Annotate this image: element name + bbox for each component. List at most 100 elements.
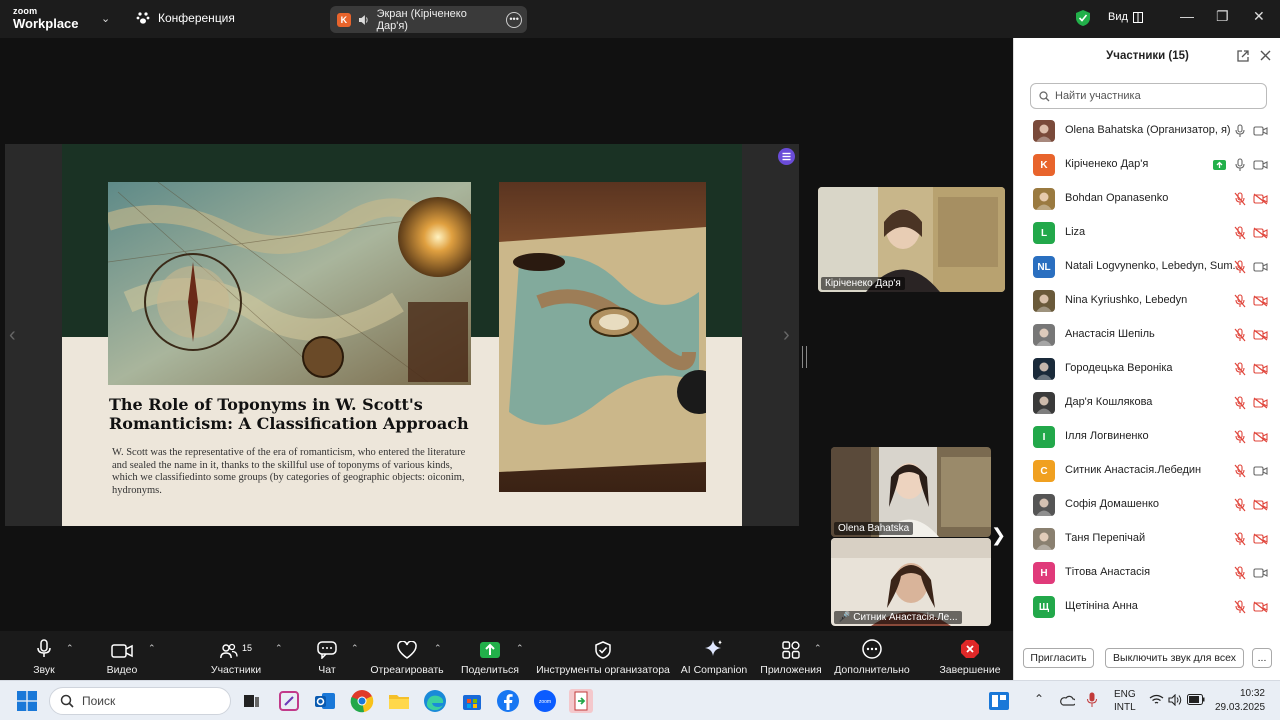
camera-off-icon[interactable] <box>1253 431 1268 443</box>
facebook-icon[interactable] <box>496 689 520 713</box>
meeting-info[interactable]: Конференция <box>136 11 235 25</box>
task-view-icon[interactable] <box>240 689 264 713</box>
participant-row[interactable]: Nina Kyriushko, Lebedyn <box>1014 284 1280 318</box>
mic-muted-icon[interactable] <box>1234 192 1246 206</box>
participant-row[interactable]: I Ілля Логвиненко <box>1014 420 1280 454</box>
clock[interactable]: 10:32 29.03.2025 <box>1215 687 1265 715</box>
participant-row[interactable]: L Liza <box>1014 216 1280 250</box>
mic-muted-icon[interactable] <box>1234 566 1246 580</box>
participant-row[interactable]: H Тітова Анастасія <box>1014 556 1280 590</box>
security-shield-icon[interactable] <box>1076 10 1090 26</box>
store-icon[interactable] <box>460 689 484 713</box>
mic-in-use-icon[interactable] <box>1087 692 1097 708</box>
mute-all-button[interactable]: Выключить звук для всех <box>1105 648 1244 668</box>
share-button[interactable]: Поделиться <box>459 631 521 680</box>
chevron-down-icon[interactable]: ⌄ <box>101 12 110 25</box>
participant-row[interactable]: Bohdan Opanasenko <box>1014 182 1280 216</box>
outlook-icon[interactable] <box>313 689 337 713</box>
chevron-up-icon[interactable]: ⌃ <box>275 643 283 654</box>
more-options-icon[interactable]: ••• <box>506 11 522 28</box>
participant-row[interactable]: Дар'я Кошлякова <box>1014 386 1280 420</box>
camera-off-icon[interactable] <box>1253 329 1268 341</box>
panel-more-button[interactable]: ... <box>1252 648 1272 668</box>
camera-icon[interactable] <box>1253 567 1268 579</box>
mic-muted-icon[interactable] <box>1234 464 1246 478</box>
react-button[interactable]: Отреагировать <box>370 631 444 680</box>
mic-muted-icon[interactable] <box>1234 260 1246 274</box>
participants-button[interactable]: 15 Участники <box>205 631 267 680</box>
video-tile[interactable]: Кіріченеко Дар'я <box>818 187 1005 292</box>
chevron-up-icon[interactable]: ⌃ <box>148 643 156 654</box>
invite-button[interactable]: Пригласить <box>1023 648 1094 668</box>
mic-muted-icon[interactable] <box>1234 498 1246 512</box>
camera-off-icon[interactable] <box>1253 397 1268 409</box>
taskbar-search[interactable]: Поиск <box>49 687 231 715</box>
camera-off-icon[interactable] <box>1253 227 1268 239</box>
participant-row[interactable]: Анастасія Шепіль <box>1014 318 1280 352</box>
camera-icon[interactable] <box>1253 465 1268 477</box>
mic-muted-icon[interactable] <box>1234 362 1246 376</box>
next-page-icon[interactable]: ❯ <box>991 525 1006 546</box>
camera-off-icon[interactable] <box>1253 193 1268 205</box>
show-hidden-icon[interactable]: ⌃ <box>1034 692 1044 706</box>
wifi-icon[interactable] <box>1149 694 1164 706</box>
onedrive-icon[interactable] <box>1059 694 1075 706</box>
participant-row[interactable]: Городецька Вероніка <box>1014 352 1280 386</box>
slide-menu-icon[interactable] <box>778 148 795 165</box>
next-arrow-icon[interactable]: › <box>783 324 790 347</box>
camera-off-icon[interactable] <box>1253 601 1268 613</box>
mic-muted-icon[interactable] <box>1234 600 1246 614</box>
camera-off-icon[interactable] <box>1253 363 1268 375</box>
participant-row[interactable]: C Ситник Анастасія.Лебедин <box>1014 454 1280 488</box>
more-button[interactable]: Дополнительно <box>834 631 910 680</box>
chat-button[interactable]: Чат <box>310 631 344 680</box>
split-handle[interactable] <box>802 346 807 368</box>
view-button[interactable]: Вид <box>1108 11 1143 23</box>
close-icon[interactable]: ✕ <box>1253 8 1265 25</box>
participant-row[interactable]: NL Natali Logvynenko, Lebedyn, Sum... <box>1014 250 1280 284</box>
participant-row[interactable]: Olena Bahatska (Организатор, я) <box>1014 114 1280 148</box>
chevron-up-icon[interactable]: ⌃ <box>516 643 524 654</box>
battery-icon[interactable] <box>1187 694 1205 705</box>
participant-row[interactable]: K Кіріченеко Дар'я <box>1014 148 1280 182</box>
chevron-up-icon[interactable]: ⌃ <box>66 643 74 654</box>
zoom-app-icon[interactable]: zoom <box>533 689 557 713</box>
prev-arrow-icon[interactable]: ‹ <box>9 324 16 347</box>
ai-companion-button[interactable]: AI Companion <box>681 631 747 680</box>
camera-off-icon[interactable] <box>1253 499 1268 511</box>
chevron-up-icon[interactable]: ⌃ <box>814 643 822 654</box>
close-panel-icon[interactable] <box>1260 50 1271 61</box>
screen-share-pill[interactable]: K Экран (Кіріченеко Дар'я) ••• <box>330 6 527 33</box>
minimize-icon[interactable]: — <box>1180 8 1194 24</box>
end-meeting-button[interactable]: Завершение <box>939 631 1001 680</box>
edge-icon[interactable] <box>423 689 447 713</box>
camera-icon[interactable] <box>1253 159 1268 171</box>
camera-icon[interactable] <box>1253 261 1268 273</box>
file-explorer-icon[interactable] <box>387 689 411 713</box>
camera-icon[interactable] <box>1253 125 1268 137</box>
windows-start-icon[interactable] <box>17 691 37 711</box>
language-indicator[interactable]: ENG INTL <box>1114 688 1136 714</box>
mic-muted-icon[interactable] <box>1234 532 1246 546</box>
audio-button[interactable]: Звук <box>28 631 60 680</box>
microphone-icon[interactable] <box>1234 158 1246 172</box>
mic-muted-icon[interactable] <box>1234 430 1246 444</box>
zoom-logo[interactable]: zoom Workplace <box>13 7 79 31</box>
volume-icon[interactable] <box>1168 694 1182 706</box>
participant-row[interactable]: Щ Щетініна Анна <box>1014 590 1280 624</box>
camera-off-icon[interactable] <box>1253 533 1268 545</box>
chevron-up-icon[interactable]: ⌃ <box>351 643 359 654</box>
snipping-tool-icon[interactable] <box>277 689 301 713</box>
participant-row[interactable]: Таня Перепічай <box>1014 522 1280 556</box>
video-tile[interactable]: Olena Bahatska <box>831 447 991 537</box>
mic-muted-icon[interactable] <box>1234 328 1246 342</box>
camera-off-icon[interactable] <box>1253 295 1268 307</box>
mic-muted-icon[interactable] <box>1234 396 1246 410</box>
video-button[interactable]: Видео <box>100 631 144 680</box>
microphone-icon[interactable] <box>1234 124 1246 138</box>
participant-row[interactable]: Софія Домашенко <box>1014 488 1280 522</box>
chevron-up-icon[interactable]: ⌃ <box>434 643 442 654</box>
host-tools-button[interactable]: Инструменты организатора <box>536 631 670 680</box>
mic-muted-icon[interactable] <box>1234 226 1246 240</box>
video-tile[interactable]: 🎤 Ситник Анастасія.Ле... <box>831 538 991 626</box>
